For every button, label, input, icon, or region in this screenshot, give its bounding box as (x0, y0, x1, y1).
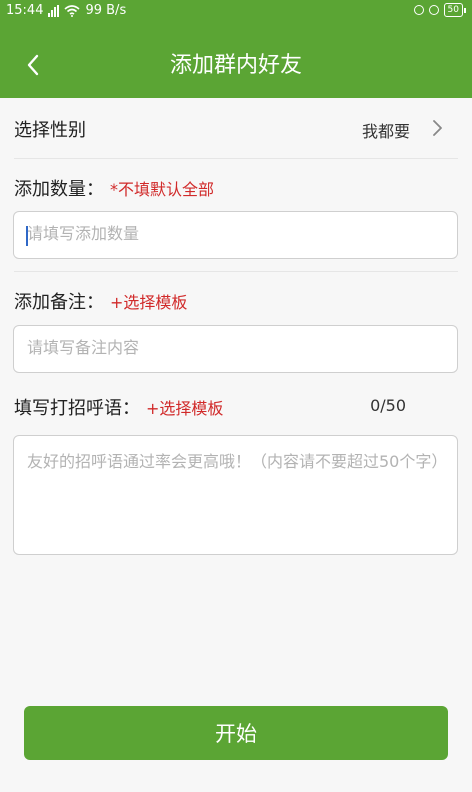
app-header: 15:44 99 B/s 50 添加群内好友 (0, 0, 472, 98)
status-time: 15:44 (6, 3, 44, 18)
greeting-template-link[interactable]: +选择模板 (146, 399, 223, 418)
page-title: 添加群内好友 (169, 53, 302, 78)
gender-value: 我都要 (361, 122, 410, 141)
vpn-icon (413, 5, 424, 15)
gender-label: 选择性别 (14, 120, 86, 141)
quantity-label-row: 添加数量： *不填默认全部 (14, 175, 214, 201)
title-bar: 添加群内好友 (0, 40, 472, 92)
battery-icon: 50 (443, 3, 466, 17)
gender-selector[interactable]: 选择性别 我都要 (0, 98, 472, 158)
signal-icon (48, 4, 60, 17)
greeting-char-counter: 0/50 (370, 396, 406, 415)
battery-level: 50 (443, 3, 463, 17)
quantity-hint: *不填默认全部 (110, 180, 215, 199)
status-bar: 15:44 99 B/s 50 (0, 0, 472, 22)
battery-tip (464, 7, 466, 13)
alarm-icon (428, 5, 439, 15)
quantity-label: 添加数量： (14, 179, 104, 200)
divider (14, 271, 458, 272)
status-left: 15:44 99 B/s (6, 3, 126, 18)
start-button[interactable]: 开始 (24, 706, 448, 760)
greeting-textarea[interactable] (13, 435, 458, 555)
remark-label-row: 添加备注： +选择模板 (14, 288, 187, 314)
wifi-icon (64, 4, 80, 17)
greeting-label: 填写打招呼语： (14, 398, 140, 419)
network-speed: 99 B/s (85, 3, 127, 18)
divider (14, 158, 458, 159)
remark-label: 添加备注： (14, 292, 104, 313)
remark-input[interactable] (13, 325, 458, 373)
text-cursor (26, 226, 28, 246)
greeting-label-row: 填写打招呼语： +选择模板 (14, 394, 223, 420)
quantity-input[interactable] (13, 211, 458, 259)
status-right: 50 (413, 3, 466, 17)
chevron-right-icon (433, 120, 442, 136)
remark-template-link[interactable]: +选择模板 (110, 293, 187, 312)
